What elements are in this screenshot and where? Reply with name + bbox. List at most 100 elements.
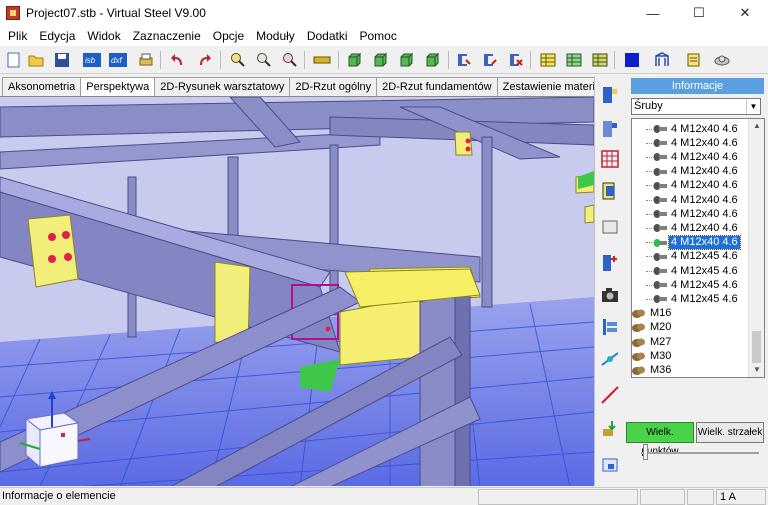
arrow-size-button[interactable]: Wielk. strzałek (696, 422, 764, 443)
tree-item-bolt[interactable]: 4 M12x40 4.6 (646, 165, 740, 179)
tree-item-group[interactable]: M20 (632, 321, 673, 335)
grid-icon[interactable] (599, 148, 621, 170)
horizontal-scrollbar[interactable] (631, 379, 765, 393)
isb-export-icon[interactable]: isb (82, 50, 102, 70)
dropdown-value: Śruby (634, 100, 663, 112)
tree-item-bolt[interactable]: 4 M12x40 4.6 (646, 193, 740, 207)
element-type-dropdown[interactable]: Śruby ▼ (631, 98, 761, 115)
tree-item-bolt[interactable]: 4 M12x40 4.6 (646, 122, 740, 136)
zoom-out-icon[interactable] (280, 50, 300, 70)
tree-item-label: 4 M12x40 4.6 (671, 207, 738, 220)
color-blue-icon[interactable] (622, 50, 642, 70)
maximize-button[interactable]: ☐ (676, 0, 722, 26)
menu-moduly[interactable]: Moduły (250, 26, 301, 46)
undo-icon[interactable] (168, 50, 188, 70)
tree-item-group[interactable]: M27 (632, 335, 673, 349)
table-icon-2[interactable] (564, 50, 584, 70)
tree-item-bolt[interactable]: 4 M12x40 4.6 (646, 179, 740, 193)
tree-item-bolt[interactable]: 4 M12x45 4.6 (646, 264, 740, 278)
structure-icon[interactable] (652, 50, 672, 70)
connection-icon[interactable] (599, 348, 621, 370)
align-icon[interactable] (599, 316, 621, 338)
menu-dodatki[interactable]: Dodatki (301, 26, 354, 46)
scrollbar-thumb[interactable] (752, 331, 761, 363)
import-icon[interactable] (599, 418, 621, 440)
add-beam-icon[interactable] (599, 252, 621, 274)
tree-item-group[interactable]: M30 (632, 349, 673, 363)
column-front[interactable] (419, 291, 456, 486)
redo-icon[interactable] (194, 50, 214, 70)
nut-group-icon (632, 337, 646, 348)
menu-edycja[interactable]: Edycja (33, 26, 81, 46)
scroll-down-icon[interactable]: ▼ (749, 363, 764, 377)
profile-view-icon-4[interactable] (422, 50, 442, 70)
dxf-label: dxf (111, 56, 122, 65)
tree-item-bolt[interactable]: 4 M12x40 4.6 (646, 150, 740, 164)
profile-view-icon-1[interactable] (344, 50, 364, 70)
section-icon[interactable] (599, 180, 621, 202)
line-tool-icon[interactable] (599, 384, 621, 406)
tree-connector (646, 142, 652, 144)
tree-item-group[interactable]: M16 (632, 307, 673, 321)
print-icon[interactable] (136, 50, 156, 70)
chevron-down-icon[interactable]: ▼ (746, 99, 760, 114)
camera-icon[interactable] (599, 284, 621, 306)
save-icon[interactable] (52, 50, 72, 70)
sheet-icon[interactable] (599, 216, 621, 238)
menu-zaznaczenie[interactable]: Zaznaczenie (127, 26, 207, 46)
tab-aksonometria[interactable]: Aksonometria (2, 77, 82, 97)
new-file-icon[interactable] (4, 50, 24, 70)
open-folder-icon[interactable] (26, 50, 46, 70)
filter-icon-2[interactable] (480, 50, 500, 70)
tree-scrollbar[interactable]: ▲ ▼ (748, 119, 764, 377)
profile-view-icon-2[interactable] (370, 50, 390, 70)
tree-connector (646, 270, 652, 272)
bolt-icon (653, 209, 667, 219)
tree-item-bolt[interactable]: 4 M12x45 4.6 (646, 278, 740, 292)
filter-icon-3[interactable] (506, 50, 526, 70)
tree-item-label: 4 M12x45 4.6 (671, 292, 738, 305)
zoom-fit-icon[interactable] (254, 50, 274, 70)
menu-opcje[interactable]: Opcje (207, 26, 250, 46)
tree-item-label: M27 (650, 335, 672, 348)
menu-plik[interactable]: Plik (2, 26, 33, 46)
tree-item-bolt[interactable]: 4 M12x40 4.6 (646, 235, 741, 251)
tree-connector (646, 227, 652, 229)
size-slider-thumb[interactable] (643, 444, 648, 460)
dxf-export-icon[interactable]: dxf (108, 50, 128, 70)
beam-edit-icon[interactable] (599, 118, 621, 140)
settings-icon[interactable] (712, 50, 732, 70)
size-slider-track[interactable] (641, 452, 759, 454)
zoom-in-icon[interactable] (228, 50, 248, 70)
profile-view-icon-3[interactable] (396, 50, 416, 70)
window-icon[interactable] (599, 454, 621, 476)
point-size-button[interactable]: Wielk. punktów (626, 422, 694, 457)
tree-item-group[interactable]: M36 (632, 363, 673, 377)
scroll-up-icon[interactable]: ▲ (749, 119, 764, 133)
tab-perspektywa[interactable]: Perspektywa (80, 77, 156, 98)
table-icon-1[interactable] (538, 50, 558, 70)
tree-item-bolt[interactable]: 4 M12x45 4.6 (646, 250, 740, 264)
table-icon-3[interactable] (590, 50, 610, 70)
toolbar-separator (448, 51, 449, 69)
minimize-button[interactable]: — (630, 0, 676, 26)
menu-pomoc[interactable]: Pomoc (354, 26, 403, 46)
close-button[interactable]: ✕ (722, 0, 768, 26)
isb-label: isb (85, 56, 96, 65)
bolt-icon (653, 223, 667, 233)
filter-icon-1[interactable] (454, 50, 474, 70)
steel-structure-scene[interactable] (0, 97, 594, 486)
report-icon[interactable] (684, 50, 704, 70)
tree-item-bolt[interactable]: 4 M12x45 4.6 (646, 292, 740, 306)
tab-2d-rysunek-warsztatowy[interactable]: 2D-Rysunek warsztatowy (154, 77, 291, 97)
measure-icon[interactable] (312, 50, 332, 70)
3d-viewport[interactable] (0, 96, 594, 486)
tab-2d-rzut-fundamentow[interactable]: 2D-Rzut fundamentów (376, 77, 498, 97)
beam-view-icon[interactable] (599, 84, 621, 106)
menu-widok[interactable]: Widok (81, 26, 126, 46)
bolts-tree[interactable]: 4 M12x40 4.6 4 M12x40 4.6 4 M12x40 4.6 4 M1… (631, 118, 765, 378)
tree-item-bolt[interactable]: 4 M12x40 4.6 (646, 207, 740, 221)
tree-item-bolt[interactable]: 4 M12x40 4.6 (646, 221, 740, 235)
tab-2d-rzut-ogolny[interactable]: 2D-Rzut ogólny (289, 77, 378, 97)
tree-item-bolt[interactable]: 4 M12x40 4.6 (646, 136, 740, 150)
